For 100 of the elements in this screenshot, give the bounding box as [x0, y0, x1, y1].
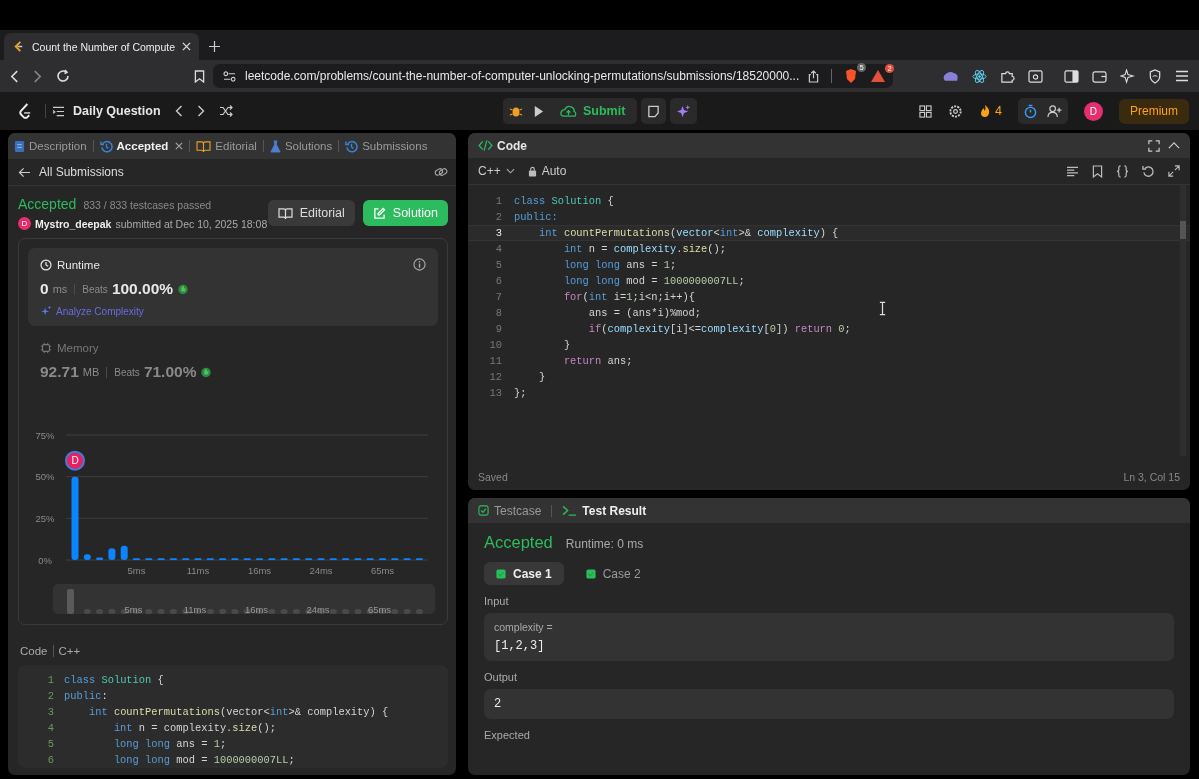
axis-label: 11ms	[186, 565, 210, 576]
close-icon[interactable]	[175, 142, 184, 150]
user-avatar[interactable]: D	[1084, 101, 1103, 121]
warning-triangle-icon[interactable]	[870, 69, 887, 83]
panel-tab[interactable]: Testcase	[478, 503, 542, 518]
line-number: 3	[494, 227, 503, 239]
bookmark-icon[interactable]	[194, 69, 205, 83]
axis-label: 16ms	[247, 565, 272, 576]
line-number: 3	[46, 706, 55, 718]
note-button[interactable]	[641, 98, 667, 124]
info-icon[interactable]	[413, 258, 426, 271]
search-window-icon[interactable]	[1028, 69, 1043, 83]
format-icon[interactable]	[1066, 165, 1079, 177]
shield-icon[interactable]	[1148, 68, 1162, 84]
timer-icon[interactable]	[1024, 103, 1037, 119]
share-icon[interactable]	[808, 69, 820, 83]
ai-button[interactable]	[670, 98, 698, 124]
code-line: public:	[64, 690, 108, 702]
line-number: 1	[46, 674, 55, 686]
layout-icon[interactable]	[919, 104, 933, 118]
daily-question-button[interactable]: Daily Question	[52, 104, 161, 118]
link-icon[interactable]	[434, 166, 448, 178]
reload-icon[interactable]	[56, 69, 70, 83]
panel-tab[interactable]: Description	[14, 139, 87, 153]
username[interactable]: Mystro_deepak	[35, 217, 112, 230]
user-avatar: D	[18, 217, 31, 230]
sparkle-icon[interactable]	[1120, 68, 1135, 84]
code-line: return ans;	[562, 355, 633, 367]
new-tab-icon[interactable]	[209, 41, 220, 52]
stat-panel[interactable]: Runtime 0 ms Beats 100.00% Analyze Complexity	[28, 248, 438, 326]
annotation: D	[71, 455, 79, 467]
all-submissions-link[interactable]: All Submissions	[18, 165, 124, 179]
chart-bar[interactable]	[71, 476, 79, 560]
run-icon[interactable]	[533, 104, 544, 118]
case-tab[interactable]: Case 2	[573, 562, 653, 585]
axis-label: 24ms	[309, 565, 333, 576]
panel-tab[interactable]: Submissions	[345, 139, 428, 153]
cloud-icon[interactable]	[942, 70, 959, 82]
chart-bar[interactable]	[108, 548, 116, 560]
leetcode-logo-icon[interactable]	[18, 102, 33, 120]
clock-icon	[40, 258, 52, 271]
output-value: 2	[494, 697, 503, 711]
auto-mode-button[interactable]: Auto	[527, 164, 567, 178]
site-settings-icon[interactable]	[223, 70, 236, 82]
atom-icon[interactable]	[972, 68, 987, 84]
back-icon[interactable]	[10, 69, 19, 83]
book-icon	[277, 206, 293, 220]
panel-tab[interactable]: Accepted	[99, 139, 184, 153]
menu-icon[interactable]	[1175, 70, 1189, 82]
panel-tab[interactable]: Solutions	[269, 139, 333, 153]
scrollbar-track[interactable]	[1180, 185, 1186, 456]
url-text: leetcode.com/problems/count-the-number-of-computer-unlocking-permutations/submissions/18520000...	[245, 69, 800, 83]
bookmark-icon[interactable]	[1092, 164, 1103, 178]
braces-icon[interactable]	[1116, 164, 1129, 178]
language-label: C++	[58, 645, 81, 657]
chart-bar[interactable]	[120, 545, 128, 560]
collapse-icon[interactable]	[1168, 141, 1180, 150]
shield-icon[interactable]	[844, 68, 859, 84]
puzzle-icon[interactable]	[1000, 68, 1015, 84]
code-label: Code	[20, 645, 48, 657]
browser-tab[interactable]: Count the Number of Compute	[4, 33, 199, 60]
chart-bar[interactable]	[96, 557, 104, 560]
arrow-left-icon	[18, 166, 31, 178]
settings-icon[interactable]	[948, 103, 964, 119]
axis-label: 65ms	[370, 565, 395, 576]
fullscreen-icon[interactable]	[1148, 139, 1160, 152]
overview-label: 11ms	[183, 604, 207, 615]
chart-bar[interactable]	[83, 554, 91, 560]
panel-tab[interactable]: Editorial	[196, 139, 257, 153]
submit-button[interactable]: Submit	[554, 104, 632, 118]
chip-icon	[40, 342, 52, 354]
scrollbar-thumb[interactable]	[1180, 221, 1186, 239]
editorial-button[interactable]: Editorial	[267, 200, 355, 226]
cloud-upload-icon	[560, 104, 577, 118]
next-icon[interactable]	[196, 105, 205, 117]
status-text: Accepted	[18, 196, 77, 212]
history-icon	[345, 139, 359, 153]
code-line: for(int i=1;i<n;i++){	[562, 291, 695, 303]
language-select[interactable]: C++	[478, 164, 515, 178]
undo-icon[interactable]	[1142, 164, 1155, 178]
beats-label: Beats	[82, 283, 108, 295]
edit-icon	[372, 206, 386, 220]
premium-button[interactable]: Premium	[1119, 98, 1189, 124]
streak-counter[interactable]: 4	[979, 104, 1002, 118]
axis-label: 25%	[35, 512, 55, 524]
shuffle-icon[interactable]	[218, 105, 233, 117]
code-line: if(complexity[i]<=complexity[0]) return 0;	[587, 323, 851, 335]
stat-panel[interactable]: Memory 92.71 MB Beats 71.00%	[28, 332, 438, 390]
beats-percent: 71.00%	[143, 363, 197, 381]
expand-icon[interactable]	[1168, 165, 1180, 177]
list-icon	[52, 105, 65, 117]
sidebar-icon[interactable]	[1064, 69, 1079, 83]
previous-icon[interactable]	[174, 105, 183, 117]
range-handle[interactable]	[67, 589, 74, 614]
case-tab[interactable]: Case 1	[484, 562, 564, 585]
wallet-icon[interactable]	[1092, 69, 1107, 83]
range-track[interactable]	[53, 584, 435, 614]
forward-icon[interactable]	[33, 69, 42, 83]
add-user-icon[interactable]	[1047, 104, 1062, 118]
panel-tab[interactable]: Test Result	[562, 503, 647, 518]
